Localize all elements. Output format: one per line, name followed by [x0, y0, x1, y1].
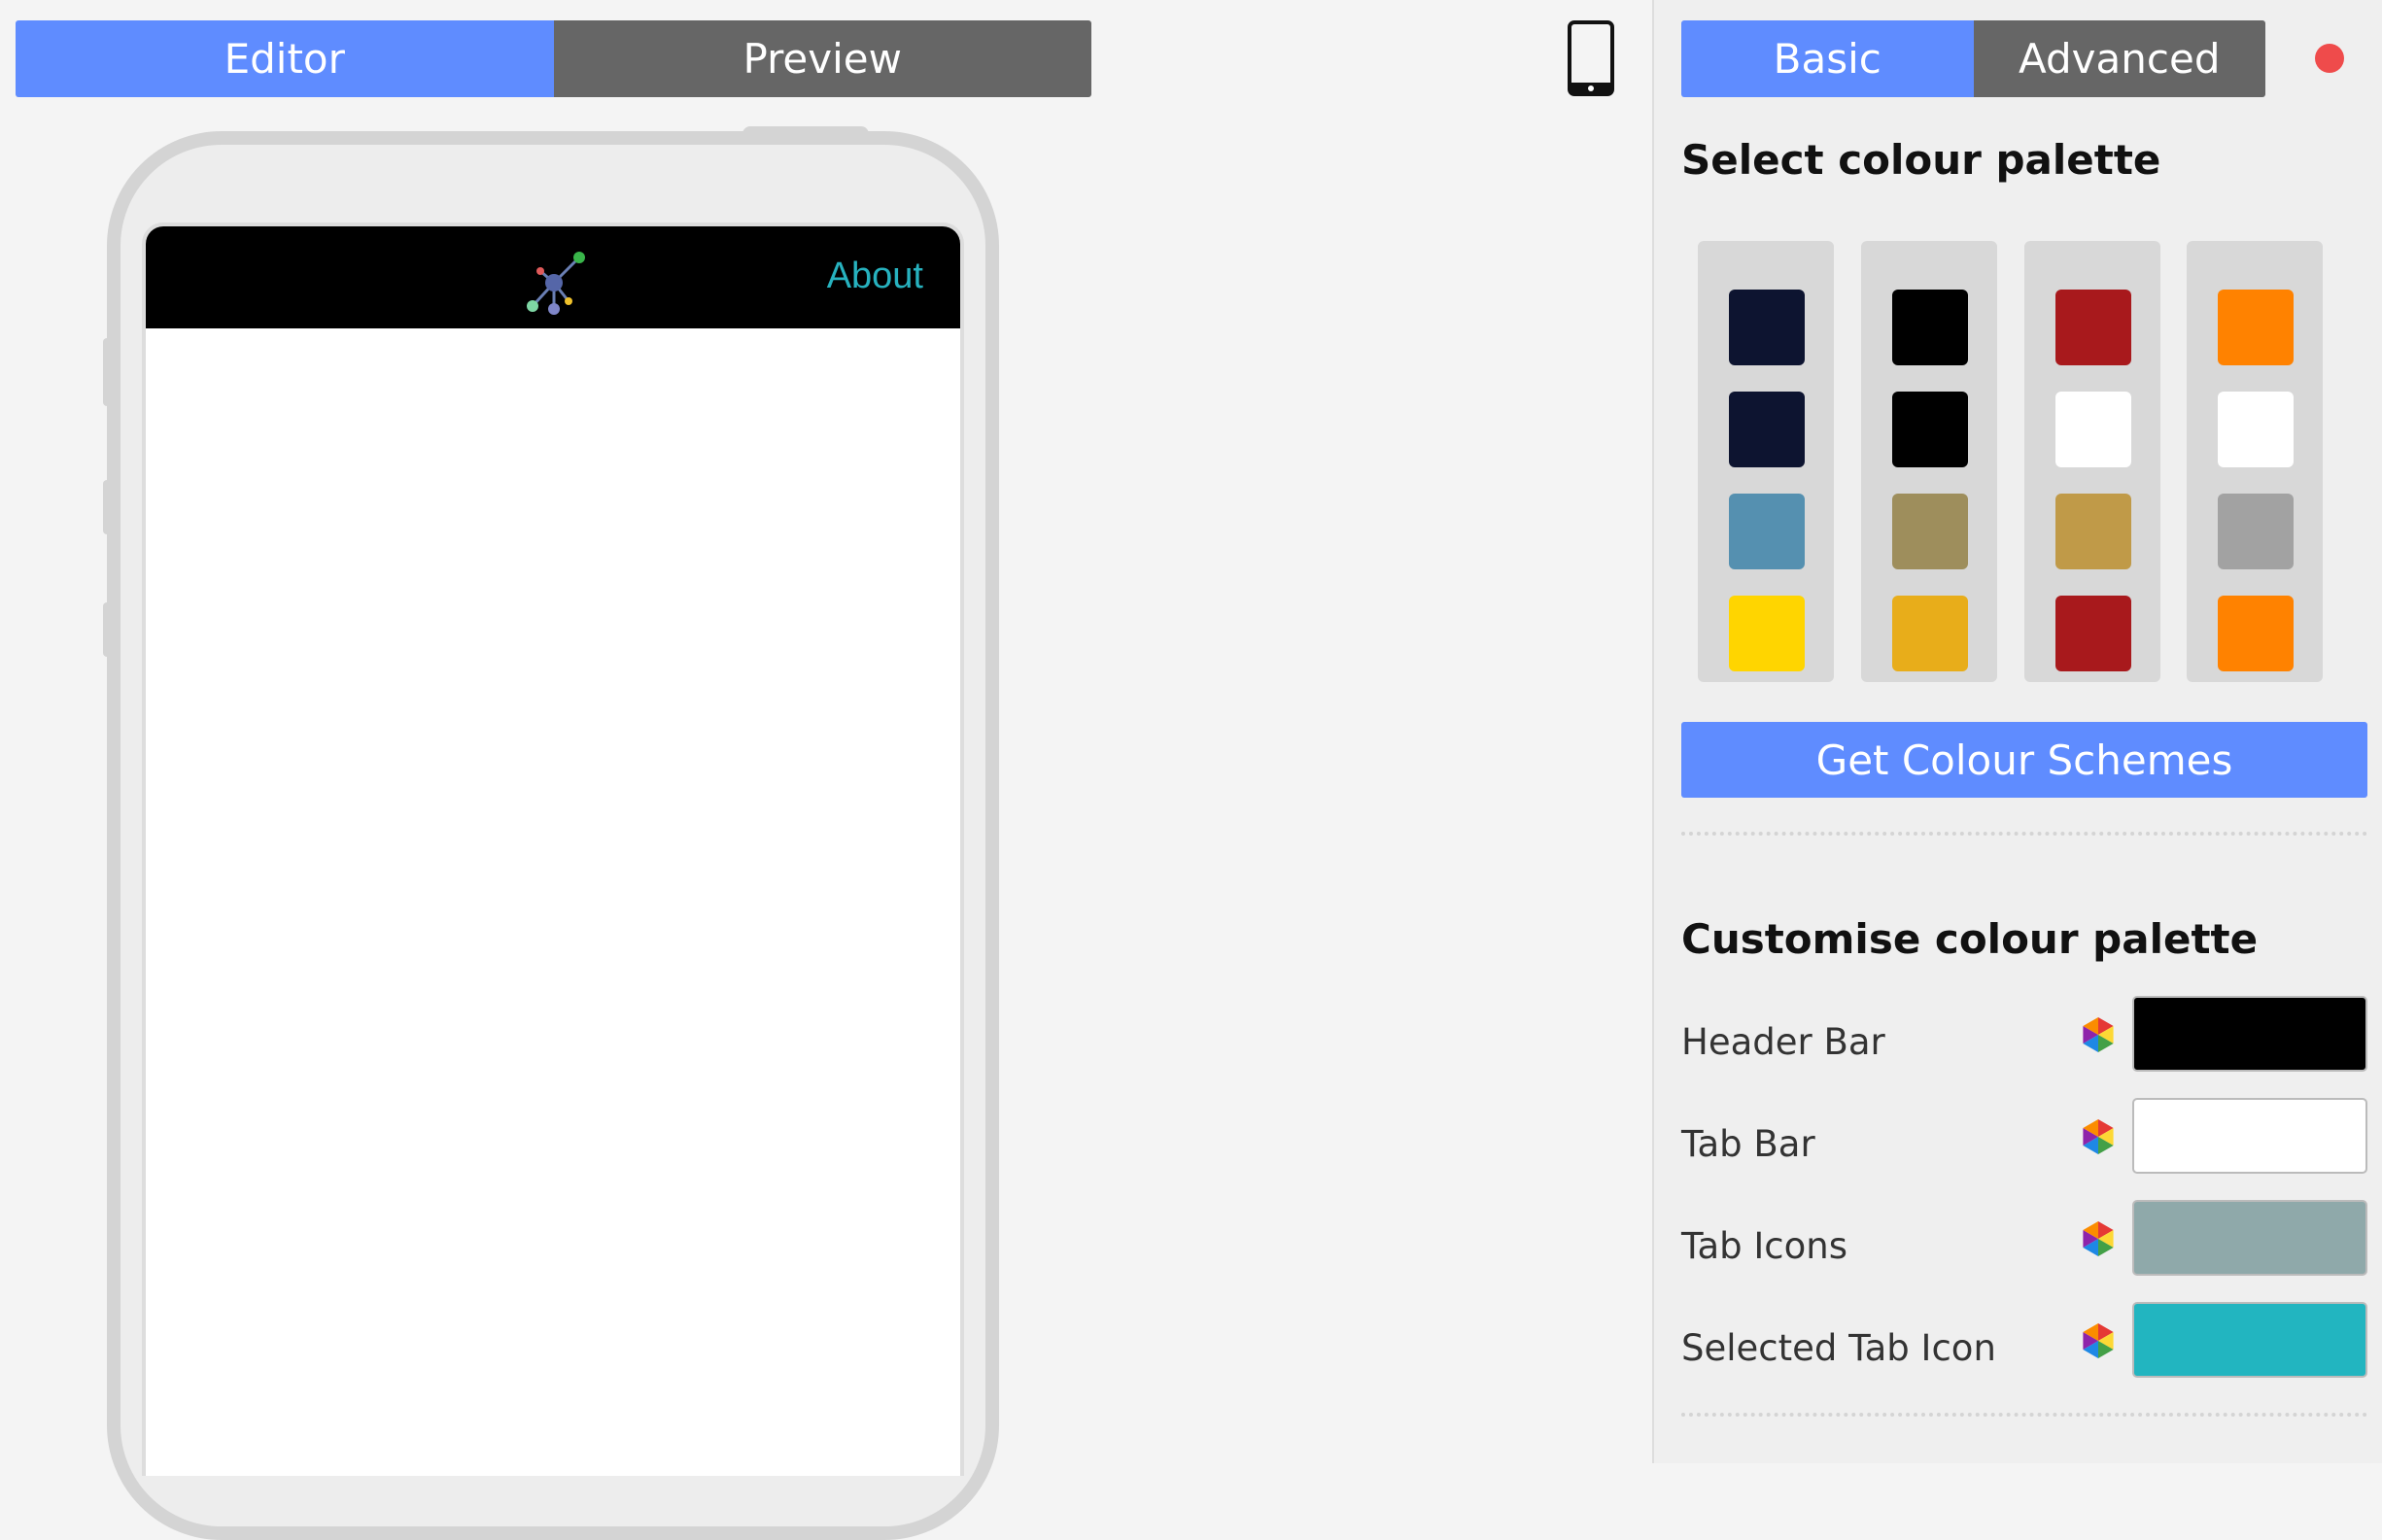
palette-swatch	[2218, 596, 2294, 671]
colour-row-label: Tab Bar	[1681, 1123, 1815, 1165]
palette-swatch	[1729, 596, 1805, 671]
palette-swatch	[2055, 392, 2131, 467]
colour-value-box[interactable]	[2132, 1302, 2367, 1378]
tab-basic[interactable]: Basic	[1681, 20, 1974, 97]
palette-swatch	[2055, 494, 2131, 569]
phone-volume-up	[103, 480, 117, 534]
palette-swatch	[2218, 290, 2294, 365]
palette-swatch	[2055, 290, 2131, 365]
tab-advanced[interactable]: Advanced	[1973, 20, 2265, 97]
palette-option[interactable]	[2024, 241, 2160, 682]
phone-mute-switch	[103, 338, 117, 406]
colour-picker-icon[interactable]	[2082, 1220, 2115, 1257]
customise-palette-title: Customise colour palette	[1681, 915, 2259, 963]
close-icon[interactable]	[2315, 44, 2344, 73]
colour-row-label: Tab Icons	[1681, 1225, 1848, 1267]
network-logo-icon	[527, 252, 585, 315]
palette-swatch	[1892, 392, 1968, 467]
palette-option[interactable]	[1698, 241, 1834, 682]
colour-value-box[interactable]	[2132, 996, 2367, 1072]
palette-swatch	[1729, 290, 1805, 365]
palette-swatch	[2218, 392, 2294, 467]
tab-editor[interactable]: Editor	[16, 20, 554, 97]
phone-screen: About	[142, 222, 964, 1476]
palette-swatch	[2218, 494, 2294, 569]
phone-volume-down	[103, 602, 117, 657]
colour-value-box[interactable]	[2132, 1200, 2367, 1276]
colour-picker-icon[interactable]	[2082, 1016, 2115, 1053]
side-tabs: Basic Advanced	[1681, 20, 2265, 97]
phone-icon[interactable]	[1568, 20, 1614, 96]
palette-option[interactable]	[2187, 241, 2323, 682]
colour-row-label: Selected Tab Icon	[1681, 1327, 1996, 1369]
palette-swatch	[2055, 596, 2131, 671]
get-colour-schemes-button[interactable]: Get Colour Schemes	[1681, 722, 2367, 798]
palette-swatch	[1892, 494, 1968, 569]
colour-value-box[interactable]	[2132, 1098, 2367, 1174]
app-header-bar: About	[146, 226, 960, 328]
main-tabs: Editor Preview	[16, 20, 1091, 97]
phone-power-button	[742, 126, 869, 140]
colour-picker-icon[interactable]	[2082, 1118, 2115, 1155]
palette-swatch	[1892, 290, 1968, 365]
palette-swatch	[1729, 494, 1805, 569]
about-link[interactable]: About	[827, 256, 923, 297]
tab-preview[interactable]: Preview	[553, 20, 1091, 97]
divider	[1681, 832, 2367, 836]
palette-swatch	[1892, 596, 1968, 671]
palette-swatch	[1729, 392, 1805, 467]
palette-option[interactable]	[1861, 241, 1997, 682]
select-palette-title: Select colour palette	[1681, 136, 2161, 184]
colour-row-label: Header Bar	[1681, 1021, 1885, 1063]
colour-picker-icon[interactable]	[2082, 1322, 2115, 1359]
divider	[1681, 1413, 2367, 1417]
